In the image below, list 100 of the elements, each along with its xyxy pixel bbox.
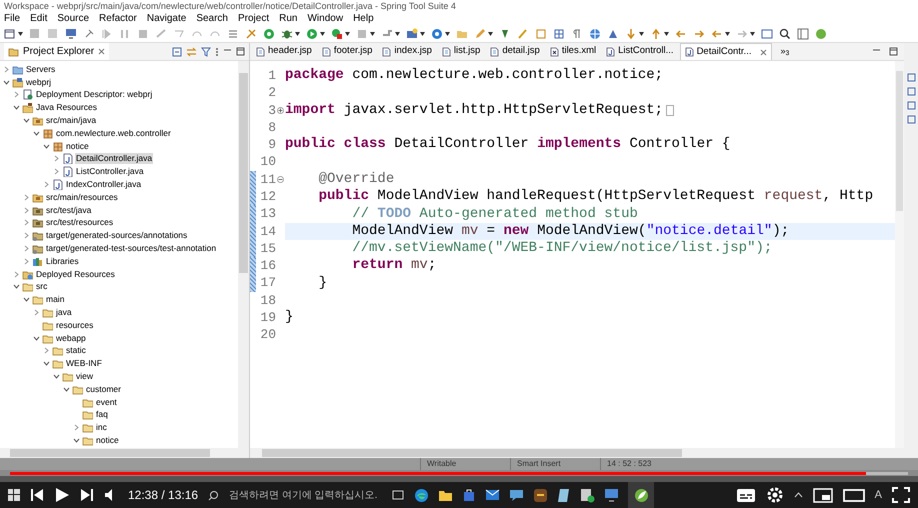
editor-tab[interactable]: footer.jsp — [318, 43, 376, 60]
monitor-icon[interactable] — [65, 28, 77, 40]
bug-icon[interactable] — [281, 28, 293, 40]
link-arrows-icon[interactable] — [186, 46, 197, 56]
previous-icon[interactable] — [30, 488, 44, 502]
tree-item[interactable]: src/main/java — [45, 115, 98, 126]
scrollbar-thumb[interactable] — [10, 449, 210, 457]
collapsed-chevron-icon[interactable] — [53, 168, 60, 176]
expanded-chevron-icon[interactable] — [13, 104, 20, 112]
editor-tab[interactable]: index.jsp — [378, 43, 436, 60]
dropdown-caret-icon[interactable] — [639, 32, 644, 36]
menu-item[interactable]: Refactor — [99, 14, 137, 24]
menu-item[interactable]: Run — [279, 14, 298, 24]
close-icon[interactable] — [760, 48, 768, 56]
expanded-chevron-icon[interactable] — [53, 373, 60, 380]
taskbar-search-placeholder[interactable]: 검색하려면 여기에 입력하십시오. — [229, 488, 378, 502]
tree-item[interactable]: webprj — [25, 76, 52, 88]
dropdown-caret-icon[interactable] — [488, 32, 493, 36]
media-icon[interactable] — [580, 488, 596, 502]
expanded-chevron-icon[interactable] — [43, 360, 50, 368]
dropdown-caret-icon[interactable] — [370, 32, 375, 36]
more-tabs-indicator[interactable]: »$_{3}$ — [780, 44, 790, 58]
tree-item[interactable]: view — [75, 371, 94, 382]
tree-item[interactable]: main — [45, 294, 66, 306]
tree-item[interactable]: com.newlecture.web.controller — [55, 128, 172, 139]
collapsed-chevron-icon[interactable] — [23, 258, 30, 265]
tree-item[interactable]: Deployment Descriptor: webprj — [35, 89, 154, 100]
editor-tab[interactable]: detail.jsp — [486, 43, 544, 60]
task-view-icon[interactable] — [391, 488, 406, 502]
tree-item[interactable]: Servers — [25, 64, 56, 75]
maximize-icon[interactable] — [236, 47, 245, 56]
play-icon[interactable] — [54, 487, 70, 503]
expanded-chevron-icon[interactable] — [63, 386, 70, 393]
collapsed-chevron-icon[interactable] — [23, 232, 30, 240]
input-language-indicator[interactable]: A — [874, 486, 882, 504]
dropdown-caret-icon[interactable] — [664, 32, 669, 36]
editor-tab[interactable]: list.jsp — [438, 43, 484, 60]
tree-item[interactable]: notice — [95, 435, 120, 446]
scrollbar-thumb[interactable] — [262, 449, 682, 457]
tree-item[interactable]: resources — [55, 320, 94, 331]
new-window-icon[interactable] — [4, 28, 16, 40]
tree-item[interactable]: Libraries — [45, 256, 80, 267]
dropdown-caret-icon[interactable] — [295, 32, 300, 36]
collapse-all-icon[interactable] — [172, 46, 182, 56]
dropdown-caret-icon[interactable] — [420, 32, 425, 36]
browser-icon[interactable] — [414, 488, 430, 502]
theater-mode-icon[interactable] — [842, 488, 865, 502]
editor-tab[interactable]: header.jsp — [252, 43, 316, 60]
project-explorer-tab[interactable]: Project Explorer — [4, 43, 110, 60]
menu-item[interactable]: File — [4, 14, 20, 24]
tree-item[interactable]: src/test/resources — [45, 217, 114, 228]
expanded-chevron-icon[interactable] — [23, 117, 30, 124]
open-perspective-icon[interactable] — [761, 28, 773, 40]
collapsed-chevron-icon[interactable] — [13, 91, 20, 98]
expanded-chevron-icon[interactable] — [43, 142, 50, 150]
expanded-chevron-icon[interactable] — [33, 334, 40, 342]
tree-item[interactable]: Deployed Resources — [35, 268, 116, 280]
horizontal-scrollbar[interactable] — [250, 448, 904, 458]
dropdown-caret-icon[interactable] — [18, 32, 23, 36]
collapsed-chevron-icon[interactable] — [73, 424, 80, 432]
tree-item[interactable]: inc — [95, 422, 108, 434]
menu-item[interactable]: Project — [238, 14, 270, 24]
scrollbar-thumb[interactable] — [239, 73, 248, 273]
chevron-up-icon[interactable] — [794, 492, 803, 498]
tree-item[interactable]: webapp — [55, 332, 87, 344]
tree-item[interactable]: WEB-INF — [65, 358, 103, 370]
tree-item[interactable]: java — [55, 307, 73, 318]
collapsed-chevron-icon[interactable] — [23, 219, 30, 226]
dropdown-caret-icon[interactable] — [725, 32, 730, 36]
menu-item[interactable]: Window — [307, 14, 344, 24]
collapsed-chevron-icon[interactable] — [3, 66, 10, 73]
expanded-chevron-icon[interactable] — [3, 78, 10, 86]
video-progress-track[interactable] — [0, 470, 918, 476]
grid-icon[interactable] — [553, 28, 565, 40]
vertical-scrollbar[interactable] — [895, 61, 904, 448]
list-icon[interactable] — [227, 28, 239, 40]
tree-item[interactable]: src/test/java — [45, 204, 92, 216]
dropdown-caret-icon[interactable] — [345, 32, 350, 36]
filter-icon[interactable] — [201, 46, 211, 56]
fold-collapse-icon[interactable] — [277, 176, 284, 183]
computer-icon[interactable] — [604, 488, 620, 502]
horizontal-scrollbar[interactable] — [0, 448, 249, 458]
expanded-chevron-icon[interactable] — [33, 130, 40, 137]
chat-icon[interactable] — [509, 488, 524, 502]
leaf-app-icon[interactable] — [628, 482, 654, 508]
back-edit-icon[interactable] — [675, 28, 687, 40]
collapsed-chevron-icon[interactable] — [23, 194, 30, 201]
miniplayer-icon[interactable] — [812, 488, 833, 502]
windows-start-icon[interactable] — [8, 489, 20, 501]
search-icon[interactable] — [779, 28, 791, 40]
run-configuration-icon[interactable] — [331, 28, 343, 40]
collapsed-chevron-icon[interactable] — [13, 270, 20, 278]
collapsed-chevron-icon[interactable] — [23, 245, 30, 252]
tree-item[interactable]: src/main/resources — [45, 192, 119, 203]
tree-item[interactable]: target/generated-sources/annotations — [45, 230, 188, 242]
menu-item[interactable]: Search — [196, 14, 228, 24]
editor-tab[interactable]: ListControll... — [602, 43, 678, 60]
shopping-bag-icon[interactable] — [462, 488, 476, 502]
collapsed-code-marker[interactable] — [666, 104, 674, 116]
globe-icon[interactable] — [589, 28, 601, 40]
